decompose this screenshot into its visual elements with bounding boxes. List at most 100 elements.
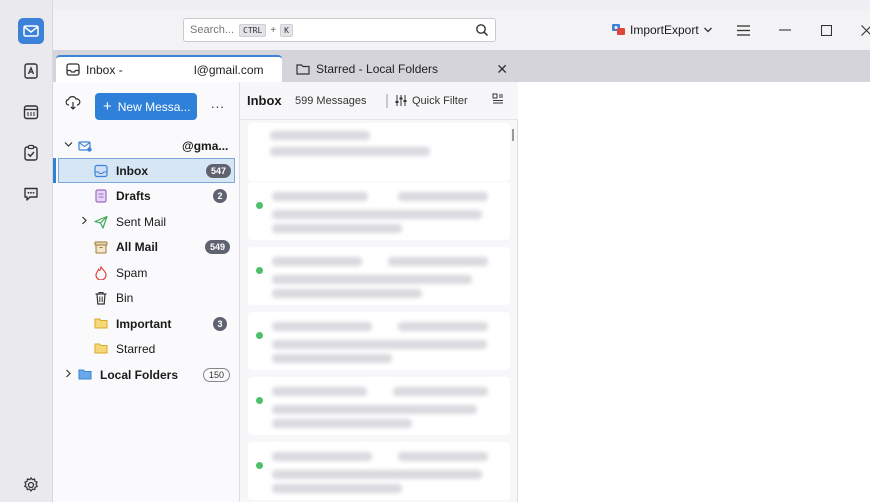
filter-icon — [395, 95, 407, 106]
folder-label: Local Folders — [100, 367, 179, 382]
message-card[interactable] — [248, 182, 510, 240]
plus-icon: + — [103, 98, 112, 115]
thread-scrollbar[interactable] — [512, 129, 514, 141]
redacted-sender — [272, 387, 367, 396]
display-options-icon — [492, 93, 503, 104]
unread-count-badge: 549 — [205, 239, 231, 254]
folder-bin[interactable]: Bin — [53, 285, 240, 310]
tab-inbox[interactable]: Inbox - l@gmail.com — [56, 55, 282, 82]
redacted-preview — [272, 484, 402, 493]
folder-pane: + New Messa... ... @gma... Inbox 547 Dra… — [53, 82, 240, 502]
chevron-right-icon[interactable] — [64, 369, 74, 381]
folder-icon — [94, 342, 108, 356]
inbox-icon — [94, 164, 108, 178]
redacted-date — [388, 257, 488, 266]
maximize-button[interactable] — [818, 22, 834, 38]
redacted-sender — [272, 257, 362, 266]
archive-icon — [94, 240, 108, 254]
calendar-space-button[interactable] — [18, 99, 44, 125]
message-card[interactable] — [248, 442, 510, 500]
chevron-down-icon[interactable] — [64, 140, 74, 152]
account-name: @gma... — [182, 138, 229, 153]
message-pane — [518, 82, 870, 502]
tasks-icon — [24, 144, 38, 161]
hamburger-icon — [736, 24, 750, 36]
quick-filter-label: Quick Filter — [412, 94, 468, 107]
redacted-preview — [272, 224, 402, 233]
toolbar-separator — [386, 93, 388, 108]
tab-inbox-label: Inbox - — [86, 62, 123, 77]
folder-label: Important — [116, 316, 172, 331]
unread-dot-icon — [256, 332, 263, 339]
folder-pane-more-button[interactable]: ... — [211, 96, 225, 111]
mail-icon — [23, 25, 39, 37]
redacted-sender — [272, 452, 372, 461]
redacted-date — [398, 322, 488, 331]
get-messages-button[interactable] — [65, 96, 81, 113]
unread-count-badge: 547 — [206, 163, 232, 178]
redacted-date — [393, 387, 488, 396]
folder-starred[interactable]: Starred — [53, 336, 240, 361]
account-row[interactable]: @gma... — [53, 133, 240, 158]
folder-inbox[interactable]: Inbox 547 — [58, 158, 235, 183]
account-mail-icon — [78, 139, 92, 153]
close-tab-icon[interactable]: ✕ — [496, 61, 508, 78]
message-card[interactable] — [248, 312, 510, 370]
folder-spam[interactable]: Spam — [53, 260, 240, 285]
thread-pane: Inbox 599 Messages Quick Filter — [240, 82, 518, 502]
message-count: 599 Messages — [295, 94, 367, 107]
tab-starred[interactable]: Starred - Local Folders ✕ — [286, 55, 518, 82]
tab-inbox-account: l@gmail.com — [194, 62, 264, 77]
local-folders-icon — [78, 368, 92, 382]
message-card[interactable] — [248, 123, 510, 181]
total-count-badge: 150 — [203, 367, 231, 382]
new-message-button[interactable]: + New Messa... — [95, 93, 197, 120]
redacted-subject — [272, 470, 482, 479]
folder-drafts[interactable]: Drafts 2 — [53, 183, 240, 208]
chat-space-button[interactable] — [18, 181, 44, 207]
calendar-icon — [23, 105, 39, 120]
new-message-label: New Messa... — [117, 99, 191, 114]
redacted-subject — [272, 275, 472, 284]
importexport-addon-button[interactable]: ImportExport — [611, 22, 713, 37]
local-folders-row[interactable]: Local Folders 150 — [53, 362, 240, 387]
chat-icon — [24, 187, 38, 201]
maximize-icon — [820, 24, 832, 36]
folder-sent-mail[interactable]: Sent Mail — [53, 209, 240, 234]
folder-icon — [94, 317, 108, 331]
unread-count-badge: 3 — [213, 316, 227, 331]
tasks-space-button[interactable] — [18, 140, 44, 166]
spam-icon — [94, 265, 108, 281]
unread-dot-icon — [256, 397, 263, 404]
display-options-button[interactable] — [492, 93, 504, 108]
close-window-button[interactable] — [858, 22, 870, 38]
search-icon[interactable] — [475, 23, 489, 40]
mail-space-button[interactable] — [18, 18, 44, 44]
shortcut-key-ctrl: CTRL — [239, 23, 267, 37]
gear-icon — [24, 477, 38, 492]
search-input[interactable]: Search... CTRL + K — [183, 18, 496, 42]
message-card[interactable] — [248, 377, 510, 435]
address-book-space-button[interactable] — [18, 58, 44, 84]
tab-bar: Inbox - l@gmail.com Starred - Local Fold… — [53, 50, 870, 82]
message-card[interactable] — [248, 247, 510, 305]
minimize-button[interactable] — [777, 22, 793, 38]
folder-title: Inbox — [247, 93, 282, 108]
folder-all-mail[interactable]: All Mail 549 — [53, 234, 240, 259]
folder-label: Bin — [116, 290, 134, 305]
redacted-sender — [272, 192, 368, 201]
redacted-preview — [272, 354, 392, 363]
quick-filter-button[interactable]: Quick Filter — [395, 95, 468, 107]
app-menu-button[interactable] — [735, 22, 751, 38]
address-book-icon — [24, 63, 38, 79]
folder-important[interactable]: Important 3 — [53, 311, 240, 336]
redacted-sender — [270, 131, 370, 140]
close-icon — [860, 24, 870, 36]
cloud-download-icon — [65, 96, 81, 110]
unread-dot-icon — [256, 267, 263, 274]
chevron-right-icon[interactable] — [80, 216, 90, 228]
shortcut-plus: + — [270, 24, 277, 36]
importexport-icon — [612, 24, 625, 35]
search-placeholder: Search... — [190, 24, 235, 36]
settings-button[interactable] — [18, 472, 44, 498]
